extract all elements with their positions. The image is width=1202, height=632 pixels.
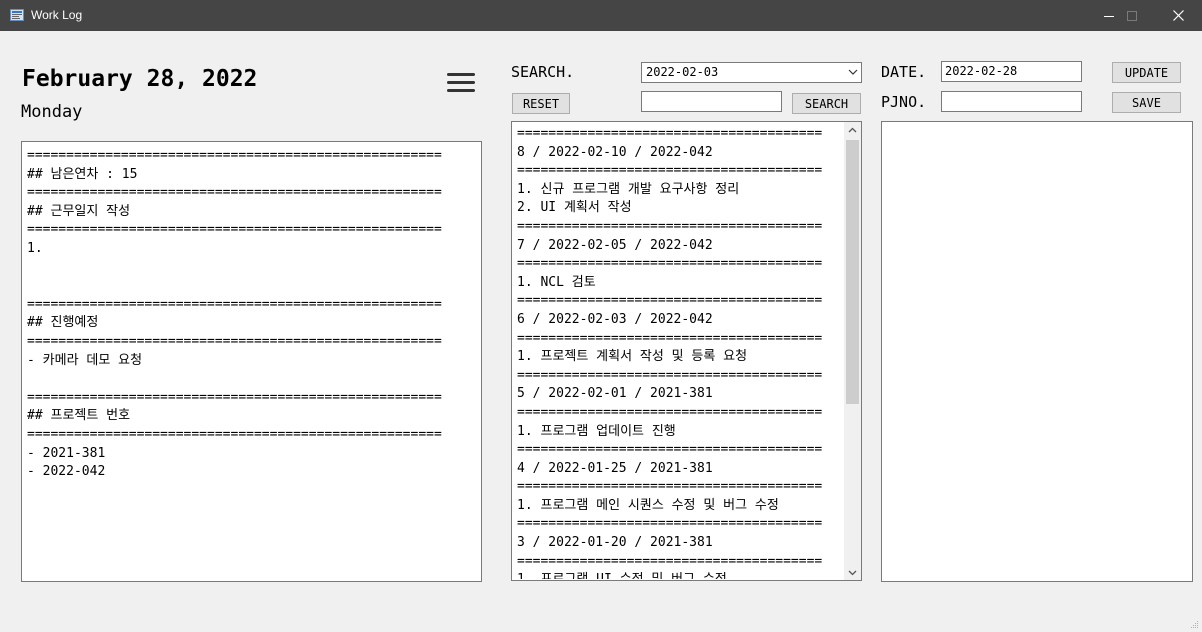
notes-line: ## 근무일지 작성 — [27, 203, 131, 219]
log-line: 1. 프로젝트 계획서 작성 및 등록 요청 — [517, 349, 748, 365]
log-line: ======================================= — [517, 516, 823, 532]
log-line: 1. 신규 프로그램 개발 요구사항 정리 — [517, 181, 740, 197]
scroll-up-icon[interactable] — [848, 127, 857, 133]
app-icon — [10, 9, 24, 21]
notes-line — [27, 277, 481, 296]
log-line: 7 / 2022-02-05 / 2022-042 — [517, 237, 713, 253]
update-button[interactable]: UPDATE — [1112, 62, 1181, 83]
scroll-down-icon[interactable] — [848, 570, 857, 576]
notes-line: ========================================… — [27, 185, 442, 201]
notes-line — [27, 259, 481, 278]
pjno-label: PJNO. — [881, 93, 927, 111]
close-button[interactable] — [1155, 0, 1201, 31]
notes-line — [27, 370, 481, 389]
log-textbox[interactable]: ======================================= 8… — [511, 121, 862, 581]
log-line: ======================================= — [517, 256, 823, 272]
notes-line: ## 프로젝트 번호 — [27, 408, 131, 424]
log-line: ======================================= — [517, 218, 823, 234]
log-line: ======================================= — [517, 163, 823, 179]
date-label: DATE. — [881, 63, 927, 81]
search-date-combobox[interactable]: 2022-02-03 — [641, 62, 862, 83]
notes-line: 1. — [27, 240, 43, 256]
log-line: 6 / 2022-02-03 / 2022-042 — [517, 311, 713, 327]
log-line: 5 / 2022-02-01 / 2021-381 — [517, 386, 713, 402]
chevron-down-icon — [848, 69, 858, 75]
notes-line: ========================================… — [27, 222, 442, 238]
search-keyword-input[interactable] — [641, 91, 782, 112]
detail-text — [882, 122, 1192, 130]
log-line: 1. 프로그램 UI 수정 및 버그 수정 — [517, 571, 845, 579]
search-date-value: 2022-02-03 — [646, 65, 719, 79]
window-title: Work Log — [31, 8, 83, 22]
log-line: 8 / 2022-02-10 / 2022-042 — [517, 144, 713, 160]
notes-line: ========================================… — [27, 296, 442, 312]
log-line: ======================================= — [517, 442, 823, 458]
resize-grip-icon[interactable] — [1189, 619, 1199, 629]
log-line: 4 / 2022-01-25 / 2021-381 — [517, 460, 713, 476]
close-icon — [1172, 10, 1184, 21]
log-line: ======================================= — [517, 553, 823, 569]
maximize-icon — [1127, 10, 1137, 21]
search-button[interactable]: SEARCH — [792, 93, 861, 114]
notes-text: ========================================… — [27, 147, 481, 482]
scrollbar-thumb[interactable] — [846, 140, 859, 404]
log-line: ======================================= — [517, 479, 823, 495]
log-line: 2. UI 계획서 작성 — [517, 200, 632, 216]
notes-line: ========================================… — [27, 426, 442, 442]
title-bar[interactable]: Work Log — [0, 0, 1202, 31]
notes-line: ========================================… — [27, 333, 442, 349]
window-client-area: February 28, 2022 Monday ===============… — [1, 31, 1201, 631]
notes-line: - 2021-381 — [27, 445, 106, 461]
reset-button[interactable]: RESET — [512, 93, 570, 114]
notes-line: - 카메라 데모 요청 — [27, 352, 143, 368]
notes-line: ## 남은연차 : 15 — [27, 166, 138, 182]
log-line: 1. 프로그램 업데이트 진행 — [517, 423, 676, 439]
current-date: February 28, 2022 — [22, 66, 258, 92]
log-line: 3 / 2022-01-20 / 2021-381 — [517, 535, 713, 551]
pjno-input[interactable] — [941, 91, 1082, 112]
date-input[interactable]: 2022-02-28 — [941, 61, 1082, 82]
log-line: 1. NCL 검토 — [517, 274, 596, 290]
log-line: ======================================= — [517, 367, 823, 383]
notes-line: ## 진행예정 — [27, 315, 99, 331]
notes-line: ========================================… — [27, 389, 442, 405]
log-text: ======================================= 8… — [517, 125, 845, 579]
log-line: ======================================= — [517, 404, 823, 420]
current-weekday: Monday — [21, 102, 83, 122]
maximize-button[interactable] — [1109, 0, 1155, 31]
log-scrollbar[interactable] — [844, 122, 861, 580]
save-button[interactable]: SAVE — [1112, 92, 1181, 113]
search-label: SEARCH. — [511, 63, 575, 81]
date-input-value: 2022-02-28 — [945, 64, 1018, 78]
log-line: ======================================= — [517, 330, 823, 346]
hamburger-menu-icon[interactable] — [447, 70, 477, 94]
log-line: ======================================= — [517, 293, 823, 309]
detail-textbox[interactable] — [881, 121, 1193, 582]
notes-textbox[interactable]: ========================================… — [21, 141, 482, 582]
notes-line: ========================================… — [27, 148, 442, 163]
log-line: 1. 프로그램 메인 시퀀스 수정 및 버그 수정 — [517, 497, 779, 513]
log-line: ======================================= — [517, 126, 823, 141]
notes-line: - 2022-042 — [27, 464, 106, 480]
